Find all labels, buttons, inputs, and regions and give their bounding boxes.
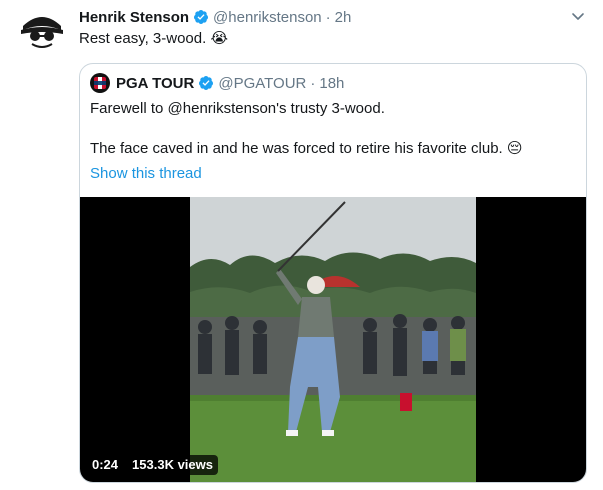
tweet-header: Henrik Stenson @henrikstenson · 2h xyxy=(79,7,351,27)
stenson-logo-icon xyxy=(17,6,67,56)
quoted-handle[interactable]: @PGATOUR xyxy=(218,75,306,92)
author-avatar[interactable] xyxy=(17,6,67,56)
video-duration-badge: 0:24 xyxy=(87,455,124,475)
tweet[interactable]: Henrik Stenson @henrikstenson · 2h Rest … xyxy=(0,0,603,490)
pga-tour-avatar[interactable] xyxy=(90,73,110,93)
video-frame-golfer xyxy=(190,197,476,482)
chevron-down-icon[interactable] xyxy=(570,8,586,24)
quoted-tweet-header: PGA TOUR @PGATOUR · 18h xyxy=(90,72,344,94)
quoted-display-name[interactable]: PGA TOUR xyxy=(116,75,194,92)
verified-badge-icon xyxy=(194,10,209,24)
tweet-text: Rest easy, 3-wood. 😭 xyxy=(79,30,228,47)
quoted-text-line-2: The face caved in and he was forced to r… xyxy=(90,140,523,157)
show-thread-link[interactable]: Show this thread xyxy=(90,165,202,182)
author-display-name[interactable]: Henrik Stenson xyxy=(79,9,189,26)
tweet-timestamp[interactable]: 2h xyxy=(335,9,352,26)
verified-badge-icon xyxy=(199,76,214,90)
quoted-tweet[interactable]: PGA TOUR @PGATOUR · 18h Farewell to @hen… xyxy=(79,63,587,483)
pga-tour-logo-icon xyxy=(94,77,106,89)
separator-dot: · xyxy=(310,74,316,92)
quoted-text-line-1: Farewell to @henrikstenson's trusty 3-wo… xyxy=(90,100,385,117)
quoted-timestamp[interactable]: 18h xyxy=(319,75,344,92)
video-badges: 0:24 153.3K views xyxy=(87,455,218,475)
video-player[interactable]: 0:24 153.3K views xyxy=(80,197,586,482)
separator-dot: · xyxy=(325,8,331,26)
video-views-badge: 153.3K views xyxy=(127,455,218,475)
author-handle[interactable]: @henrikstenson xyxy=(213,9,322,26)
